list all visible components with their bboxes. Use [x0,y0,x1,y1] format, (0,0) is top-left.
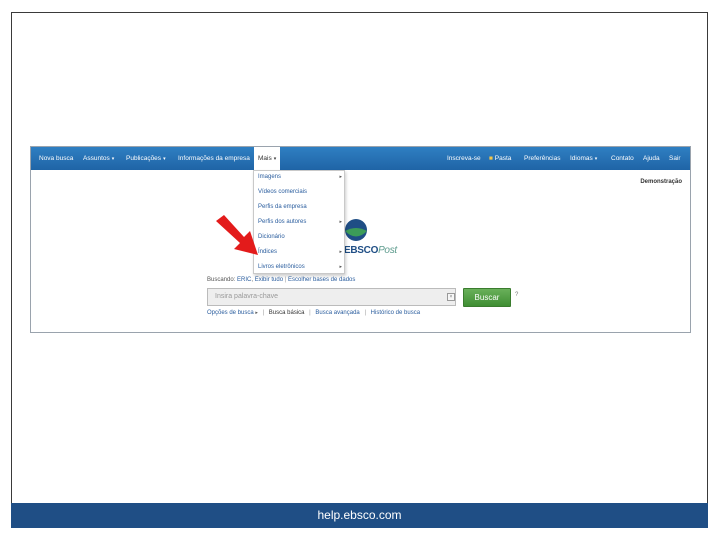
menu-item-label: Livros eletrônicos [258,264,305,270]
nav-preferences[interactable]: Preferências [524,147,561,170]
search-options-link[interactable]: Opções de busca [207,310,254,316]
ebsco-screenshot: Nova busca Assuntos ▾ Publicações ▾ Inform… [30,146,691,333]
nav-contact[interactable]: Contato [611,147,634,170]
nav-publications-label: Publicações [126,155,162,162]
database-link[interactable]: ERIC [237,277,251,283]
logo-suffix: Post [378,245,397,256]
demo-label: Demonstração [640,179,682,185]
menu-item-label: Dicionário [258,234,285,240]
menu-item-company-profiles[interactable]: Perfis da empresa [258,204,342,216]
caret-right-icon: ▸ [339,264,342,270]
nav-more[interactable]: Mais ▾ [254,147,281,170]
chevron-down-icon: ▾ [163,156,166,162]
nav-help[interactable]: Ajuda [643,147,660,170]
menu-item-label: Perfis da empresa [258,204,307,210]
top-navbar: Nova busca Assuntos ▾ Publicações ▾ Inform… [31,147,690,170]
ebsco-logo: EBSCOPost [344,245,397,256]
nav-subjects-label: Assuntos [83,155,110,162]
menu-item-videos[interactable]: Vídeos comerciais [258,189,342,201]
nav-publications[interactable]: Publicações ▾ [126,147,166,170]
folder-icon: ■ [489,155,493,162]
menu-item-author-profiles[interactable]: Perfis dos autores ▸ [258,219,342,231]
search-button[interactable]: Buscar [463,288,511,307]
more-dropdown-menu: Imagens ▸ Vídeos comerciais Perfis da emp… [253,170,345,274]
footer-bar: help.ebsco.com [11,503,708,528]
menu-item-images[interactable]: Imagens ▸ [258,174,342,186]
separator: | [262,310,265,316]
nav-languages-label: Idiomas [570,155,593,162]
red-arrow-icon [216,215,258,255]
searching-line: Buscando: ERIC, Exibir tudo | Escolher b… [207,277,356,283]
logo-brand: EBSCO [344,245,379,256]
search-options-line: Opções de busca ▸ | Busca básica | Busca… [207,310,420,316]
caret-right-icon: ▸ [339,249,342,255]
nav-sign-in[interactable]: Inscreva-se [447,147,481,170]
menu-item-dictionary[interactable]: Dicionário [258,234,342,246]
menu-item-label: Imagens [258,174,282,180]
chevron-down-icon: ▾ [111,156,115,162]
show-all-link[interactable]: Exibir tudo [255,277,283,283]
basic-search-link[interactable]: Busca básica [269,310,305,316]
nav-subjects[interactable]: Assuntos ▾ [83,147,114,170]
menu-item-indexes[interactable]: Índices ▸ [258,249,342,261]
ebsco-globe-icon [345,219,367,241]
search-history-link[interactable]: Histórico de busca [371,310,420,316]
menu-item-label: Vídeos comerciais [258,189,308,195]
help-icon[interactable]: ? [515,292,518,298]
separator: | [364,310,366,316]
nav-more-label: Mais [258,155,272,162]
nav-languages[interactable]: Idiomas ▾ [570,147,597,170]
menu-item-label: Perfis dos autores [258,219,307,225]
nav-folder-label: Pasta [494,155,512,162]
choose-databases-link[interactable]: Escolher bases de dados [288,277,355,283]
nav-new-search[interactable]: Nova busca [39,147,73,170]
searching-label: Buscando: [207,277,236,283]
nav-folder[interactable]: ■ Pasta [489,147,511,170]
clear-search-icon[interactable]: × [447,293,455,301]
advanced-search-link[interactable]: Busca avançada [315,310,359,316]
caret-right-icon: ▸ [339,219,342,225]
menu-item-ebooks[interactable]: Livros eletrônicos ▸ [258,264,342,276]
nav-company-info[interactable]: Informações da empresa [178,147,250,170]
chevron-down-icon: ▾ [273,156,277,162]
caret-right-icon: ▸ [339,174,342,180]
chevron-down-icon: ▾ [594,156,598,162]
caret-right-icon: ▸ [255,310,258,316]
search-input[interactable]: Insira palavra-chave [207,288,456,306]
footer-text: help.ebsco.com [317,508,402,522]
separator: | [309,310,311,316]
nav-exit[interactable]: Sair [669,147,681,170]
